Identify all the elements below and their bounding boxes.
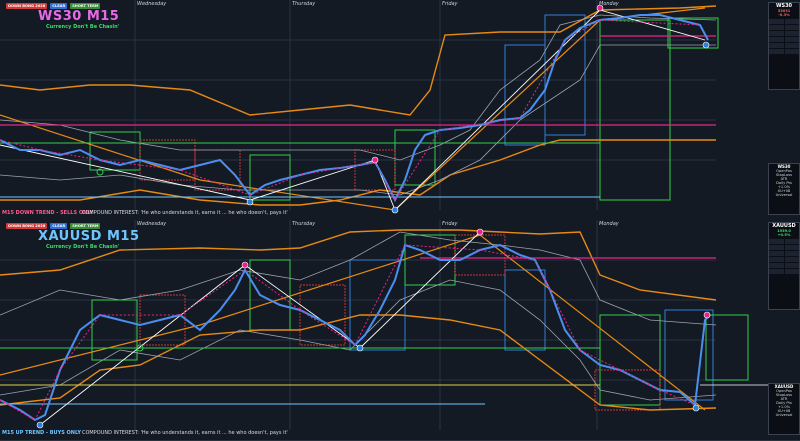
quote-text: COMPOUND INTEREST: 'He who understands i… [82, 430, 288, 436]
trend-status: M15 UP TREND - BUYS ONLY [2, 430, 82, 436]
info-panel: XAUUSD 1939.0 +0.5% [768, 222, 800, 310]
stats-item: Universal [775, 413, 793, 417]
chart-title: WS30 M15 [38, 9, 120, 24]
panel-change: -0.3% [778, 13, 790, 17]
day-label: Wednesday [137, 221, 167, 227]
chart-subtitle: Currency Don't Be Chasin' [46, 244, 120, 250]
ws30-chart-canvas[interactable] [0, 0, 800, 220]
quote-text: COMPOUND INTEREST: 'He who understands i… [82, 210, 288, 216]
panel-grid [769, 19, 799, 54]
info-panel: WS30 33031 -0.3% [768, 2, 800, 90]
xauusd-chart-pane[interactable]: DOWN BONG 2026 CLEAR SHORT TERM XAUUSD M… [0, 220, 800, 441]
chart-title: XAUUSD M15 [38, 229, 140, 244]
stats-panel: WS30 OpenPos StopLoss ATR Daily Pts +1.0… [768, 163, 800, 215]
day-label: Wednesday [137, 1, 167, 7]
panel-grid [769, 239, 799, 274]
day-label: Monday [599, 221, 619, 227]
day-label: Friday [442, 1, 458, 7]
panel-change: +0.5% [777, 233, 791, 237]
stats-panel: XAUUSD OpenPos StopLoss ATR Daily Pts +1… [768, 383, 800, 435]
trend-status: M15 DOWN TREND - SELLS ONLY [2, 210, 94, 216]
day-label: Thursday [292, 1, 316, 7]
day-label: Thursday [292, 221, 316, 227]
ws30-chart-pane[interactable]: DOWN BONG 2026 CLEAR SHORT TERM WS30 M15… [0, 0, 800, 221]
stats-item: Universal [775, 193, 793, 197]
day-label: Friday [442, 221, 458, 227]
chart-subtitle: Currency Don't Be Chasin' [46, 24, 120, 30]
xauusd-chart-canvas[interactable] [0, 220, 800, 440]
day-label: Monday [599, 1, 619, 7]
